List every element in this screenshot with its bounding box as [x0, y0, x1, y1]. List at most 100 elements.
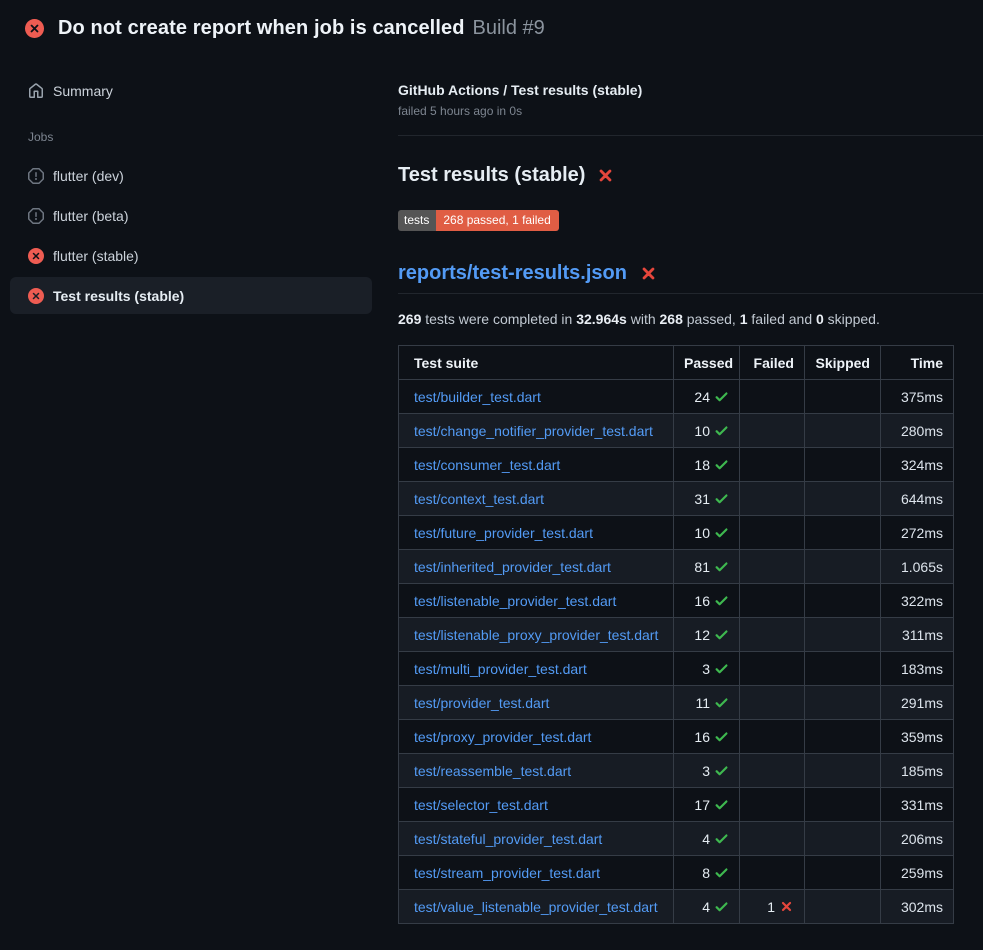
- time-cell: 375ms: [881, 380, 954, 414]
- failed-cell: [740, 652, 805, 686]
- x-circle-icon: [28, 248, 44, 264]
- check-icon: [714, 831, 729, 846]
- skipped-cell: [805, 822, 881, 856]
- run-header: Do not create report when job is cancell…: [0, 0, 983, 52]
- tests-badge-label: tests: [398, 210, 436, 231]
- failed-cell: [740, 720, 805, 754]
- passed-cell-value: 16: [694, 729, 710, 745]
- test-suite-link[interactable]: test/reassemble_test.dart: [414, 763, 571, 779]
- sidebar-job-item[interactable]: flutter (beta): [10, 197, 372, 234]
- check-icon: [714, 491, 729, 506]
- table-row: test/listenable_proxy_provider_test.dart…: [399, 618, 954, 652]
- test-suite-link[interactable]: test/context_test.dart: [414, 491, 544, 507]
- report-file-link[interactable]: reports/test-results.json: [398, 262, 627, 285]
- passed-cell: 4: [674, 890, 740, 924]
- skipped-cell: [805, 448, 881, 482]
- test-suite-link[interactable]: test/value_listenable_provider_test.dart: [414, 899, 658, 915]
- skipped-cell: [805, 482, 881, 516]
- test-suite-link[interactable]: test/inherited_provider_test.dart: [414, 559, 611, 575]
- passed-cell-value: 3: [702, 763, 710, 779]
- passed-cell: 11: [674, 686, 740, 720]
- passed-cell-value: 16: [694, 593, 710, 609]
- workflow-run-page: Do not create report when job is cancell…: [0, 0, 983, 950]
- summary-passed: 268: [660, 311, 683, 327]
- test-suite-link[interactable]: test/listenable_proxy_provider_test.dart: [414, 627, 658, 643]
- skipped-cell: [805, 652, 881, 686]
- time-cell: 311ms: [881, 618, 954, 652]
- check-icon: [714, 865, 729, 880]
- passed-cell-value: 3: [702, 661, 710, 677]
- table-row: test/stateful_provider_test.dart4206ms: [399, 822, 954, 856]
- failed-cell: [740, 856, 805, 890]
- table-row: test/value_listenable_provider_test.dart…: [399, 890, 954, 924]
- passed-cell-value: 8: [702, 865, 710, 881]
- results-table-body: test/builder_test.dart24375mstest/change…: [399, 380, 954, 924]
- passed-cell: 17: [674, 788, 740, 822]
- passed-cell-value: 4: [702, 831, 710, 847]
- test-suite-link[interactable]: test/stateful_provider_test.dart: [414, 831, 602, 847]
- check-icon: [714, 559, 729, 574]
- suite-cell: test/selector_test.dart: [399, 788, 674, 822]
- sidebar-item-summary[interactable]: Summary: [10, 76, 372, 106]
- test-suite-link[interactable]: test/multi_provider_test.dart: [414, 661, 587, 677]
- sidebar-job-item[interactable]: flutter (dev): [10, 157, 372, 194]
- check-icon: [714, 525, 729, 540]
- test-suite-link[interactable]: test/provider_test.dart: [414, 695, 549, 711]
- passed-cell-value: 18: [694, 457, 710, 473]
- check-icon: [714, 899, 729, 914]
- table-header-row: Test suitePassedFailedSkippedTime: [399, 346, 954, 380]
- time-cell: 324ms: [881, 448, 954, 482]
- check-icon: [714, 797, 729, 812]
- passed-cell: 3: [674, 652, 740, 686]
- check-icon: [714, 389, 729, 404]
- sidebar-job-item[interactable]: flutter (stable): [10, 237, 372, 274]
- tests-badge: tests 268 passed, 1 failed: [398, 210, 559, 231]
- table-row: test/inherited_provider_test.dart811.065…: [399, 550, 954, 584]
- time-cell: 331ms: [881, 788, 954, 822]
- test-suite-link[interactable]: test/selector_test.dart: [414, 797, 548, 813]
- sidebar-job-label: flutter (stable): [53, 248, 139, 264]
- failed-x-icon: [596, 166, 615, 185]
- sidebar-job-item[interactable]: Test results (stable): [10, 277, 372, 314]
- failed-cell: [740, 584, 805, 618]
- table-row: test/change_notifier_provider_test.dart1…: [399, 414, 954, 448]
- test-suite-link[interactable]: test/stream_provider_test.dart: [414, 865, 600, 881]
- home-icon: [28, 83, 44, 99]
- passed-cell-value: 17: [694, 797, 710, 813]
- run-meta: failed 5 hours ago in 0s: [398, 104, 983, 118]
- suite-cell: test/consumer_test.dart: [399, 448, 674, 482]
- table-row: test/consumer_test.dart 18 324ms: [399, 448, 954, 482]
- passed-cell: 8: [674, 856, 740, 890]
- passed-cell: 12: [674, 618, 740, 652]
- test-suite-link[interactable]: test/builder_test.dart: [414, 389, 541, 405]
- jobs-section-label: Jobs: [28, 130, 372, 144]
- sidebar-job-label: flutter (dev): [53, 168, 124, 184]
- test-suite-link[interactable]: test/consumer_test.dart: [414, 457, 560, 473]
- test-suite-link[interactable]: test/change_notifier_provider_test.dart: [414, 423, 653, 439]
- suite-cell: test/listenable_proxy_provider_test.dart: [399, 618, 674, 652]
- section-heading: Test results (stable): [398, 164, 983, 187]
- check-icon: [714, 457, 729, 472]
- report-heading: reports/test-results.json: [398, 262, 983, 294]
- test-suite-link[interactable]: test/future_provider_test.dart: [414, 525, 593, 541]
- time-cell: 185ms: [881, 754, 954, 788]
- passed-cell: 24: [674, 380, 740, 414]
- passed-cell-value: 24: [694, 389, 710, 405]
- passed-cell: 16: [674, 720, 740, 754]
- table-row: test/context_test.dart31644ms: [399, 482, 954, 516]
- skipped-cell: [805, 550, 881, 584]
- passed-cell: 3: [674, 754, 740, 788]
- suite-cell: test/value_listenable_provider_test.dart: [399, 890, 674, 924]
- test-suite-link[interactable]: test/listenable_provider_test.dart: [414, 593, 616, 609]
- failed-cell: [740, 550, 805, 584]
- skipped-cell: [805, 788, 881, 822]
- divider: [398, 135, 983, 136]
- failed-cell: [740, 414, 805, 448]
- results-table: Test suitePassedFailedSkippedTime test/b…: [398, 345, 954, 924]
- suite-cell: test/listenable_provider_test.dart: [399, 584, 674, 618]
- test-suite-link[interactable]: test/proxy_provider_test.dart: [414, 729, 591, 745]
- stop-icon: [28, 168, 44, 184]
- table-row: test/provider_test.dart11291ms: [399, 686, 954, 720]
- summary-skipped: 0: [816, 311, 824, 327]
- suite-cell: test/reassemble_test.dart: [399, 754, 674, 788]
